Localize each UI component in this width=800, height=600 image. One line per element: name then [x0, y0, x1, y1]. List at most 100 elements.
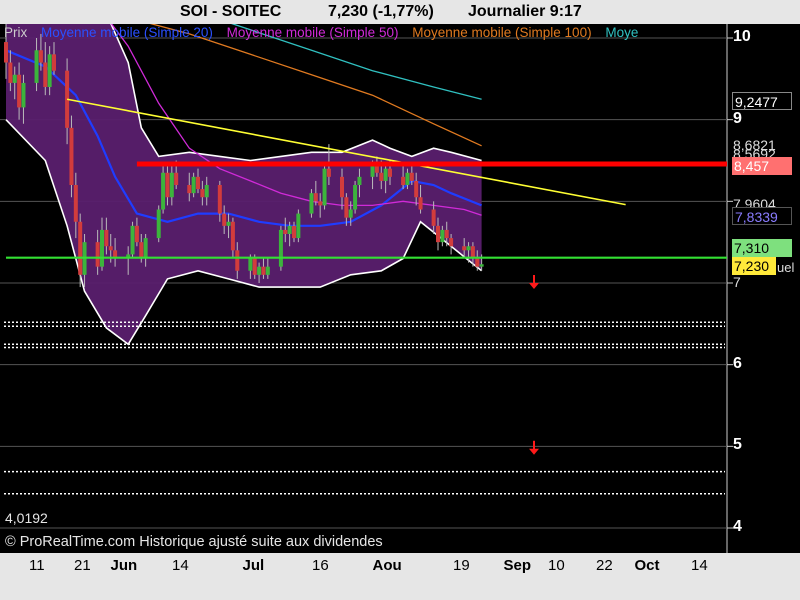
candle-body	[340, 176, 344, 198]
candle-body	[47, 54, 52, 87]
candle-body	[252, 258, 257, 275]
candle-body	[38, 50, 43, 63]
candle-body	[287, 225, 292, 234]
x-tick-label: Sep	[503, 557, 532, 574]
legend-ma20: Moyenne mobile (Simple 20)	[41, 25, 213, 40]
candle-body	[95, 242, 100, 267]
candle-body	[318, 201, 323, 206]
candle-body	[462, 246, 467, 251]
candle-body	[191, 176, 196, 194]
candle-body	[322, 168, 327, 206]
legend: Prix Moyenne mobile (Simple 20) Moyenne …	[4, 25, 648, 40]
candle-body	[475, 258, 480, 267]
bollinger-band	[5, 24, 483, 346]
candle-body	[200, 189, 205, 198]
candle-body	[73, 185, 78, 222]
candle-body	[444, 229, 449, 239]
candle-body	[12, 74, 17, 83]
period-time: Journalier 9:17	[468, 3, 582, 20]
x-tick-label: 10	[548, 557, 565, 574]
candle-body	[409, 172, 414, 181]
x-tick-label: Aou	[372, 557, 402, 574]
x-tick-label: Jul	[242, 557, 265, 574]
y-minor-tick-label: 7	[733, 274, 741, 290]
candle-body	[348, 209, 353, 218]
candle-body	[34, 50, 39, 83]
candle-body	[436, 225, 440, 243]
bollinger-fill	[6, 24, 482, 345]
candle-body	[143, 238, 148, 259]
candle-body	[296, 213, 301, 239]
candle-body	[388, 168, 392, 177]
price-chart[interactable]	[0, 24, 800, 553]
candle-body	[130, 225, 135, 255]
price-change: 7,230 (-1,77%)	[328, 3, 434, 20]
candle-body	[169, 172, 174, 198]
candle-body	[401, 176, 406, 185]
candle-body	[104, 229, 109, 247]
x-tick-label: 16	[312, 557, 329, 574]
candle-body	[4, 42, 8, 63]
candle-body	[187, 185, 192, 194]
lowest-value-label: 4,0192	[5, 510, 48, 526]
candle-body	[78, 221, 83, 275]
y-tick-label: 10	[733, 28, 751, 45]
candle-body	[418, 197, 423, 210]
candle-body	[379, 172, 384, 181]
candle-body	[405, 172, 410, 185]
candle-body	[196, 176, 200, 190]
candle-body	[466, 246, 471, 251]
down-arrow-icon	[529, 283, 539, 289]
chart-symbol: SOI - SOITEC	[180, 3, 282, 20]
y-tick-label: 6	[733, 354, 742, 372]
y-tick-label: 4	[733, 518, 742, 535]
candle-body	[69, 127, 74, 185]
legend-ma-more: Moye	[605, 25, 639, 40]
ma50-price-box: 7,8339	[732, 207, 792, 225]
down-arrow-icon	[529, 448, 539, 455]
candle-body	[344, 197, 349, 218]
candle-body	[248, 258, 253, 271]
x-tick-label: 19	[453, 557, 470, 574]
y-tick-label: 5	[733, 436, 742, 454]
candle-body	[156, 209, 161, 239]
candle-body	[8, 62, 13, 83]
candle-body	[357, 176, 362, 185]
candle-body	[479, 264, 484, 267]
candle-body	[134, 225, 139, 243]
legend-prix: Prix	[4, 25, 28, 40]
candle-body	[383, 168, 388, 181]
candle-body	[414, 180, 419, 198]
candle-body	[226, 221, 231, 226]
date-axis: 11 21 Jun 14 Jul 16 Aou 19 Sep 10 22 Oct 14	[0, 553, 800, 600]
candle-body	[235, 250, 240, 271]
candle-body	[204, 185, 209, 198]
candle-body	[165, 172, 170, 198]
candle-body	[283, 229, 288, 234]
x-tick-label: 14	[172, 557, 189, 574]
candle-body	[174, 172, 179, 185]
candle-body	[353, 185, 358, 210]
candle-body	[265, 266, 270, 275]
ma20-price-box: 9,2477	[732, 92, 792, 110]
x-tick-label: Oct	[634, 557, 660, 574]
candle-body	[139, 242, 144, 259]
x-tick-label: 22	[596, 557, 613, 574]
legend-ma100: Moyenne mobile (Simple 100)	[412, 25, 592, 40]
candle-body	[261, 266, 266, 275]
candle-body	[217, 185, 222, 214]
candle-body	[222, 213, 227, 226]
candle-body	[43, 62, 48, 87]
candle-body	[100, 229, 104, 267]
candle-body	[292, 225, 296, 239]
copyright-note: © ProRealTime.com Historique ajusté suit…	[5, 534, 383, 550]
y-tick-label: 9	[733, 109, 742, 127]
candle-body	[161, 172, 166, 210]
candle-body	[230, 221, 235, 251]
candle-body	[21, 82, 26, 108]
x-tick-label: 21	[74, 557, 91, 574]
resistance-price-box: 8,457	[732, 157, 792, 175]
candle-body	[278, 229, 283, 267]
x-tick-label: 11	[29, 557, 45, 574]
candle-body	[257, 266, 262, 275]
